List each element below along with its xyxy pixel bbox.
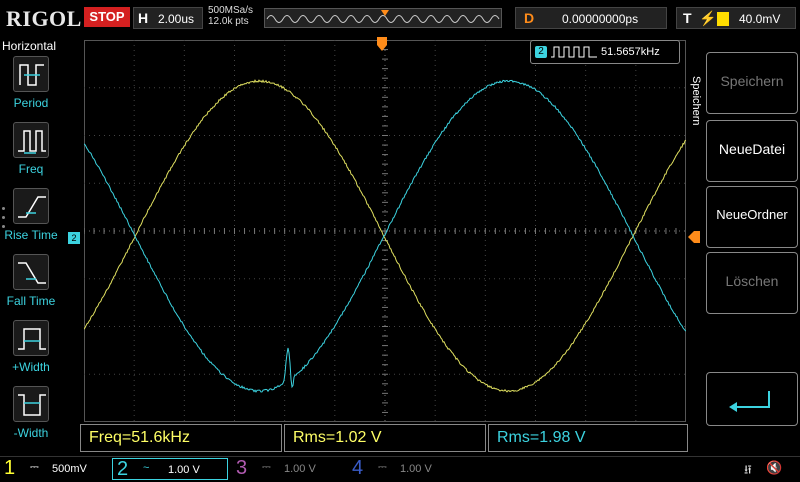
freq-label: Freq (0, 162, 62, 176)
delete-label: Löschen (707, 273, 797, 289)
fall-time-icon (13, 254, 49, 290)
save-button-label: Speichern (707, 73, 797, 89)
dc-coupling-icon: ⎓ (30, 461, 39, 474)
measure-rise-time[interactable]: Rise Time (0, 188, 62, 252)
channel-status-bar: 1 ⎓ 500mV 2 ~ 1.00 V 3 ⎓ 1.00 V 4 ⎓ 1.00… (0, 456, 800, 480)
counter-value: 51.5657kHz (601, 46, 660, 58)
pos-width-icon (13, 320, 49, 356)
ch2-number: 2 (117, 458, 128, 481)
trigger-source-ch1-icon (717, 12, 729, 26)
dc-coupling-icon: ⎓ (378, 461, 387, 474)
new-file-label: NeueDatei (707, 141, 797, 157)
channel-2-status[interactable]: 2 ~ 1.00 V (112, 458, 228, 480)
delay-value: 0.00000000ps (562, 12, 638, 26)
delay-label: D (524, 10, 534, 26)
ch2-scale: 1.00 V (168, 464, 200, 476)
neg-width-icon (13, 386, 49, 422)
rising-edge-icon: ⚡ (699, 10, 716, 27)
waveform-display[interactable] (84, 40, 686, 422)
square-wave-icon (551, 46, 597, 58)
horizontal-timebase[interactable]: H 2.00us (133, 7, 203, 29)
acquisition-info: 500MSa/s 12.0k pts (208, 5, 253, 27)
ch3-number: 3 (236, 457, 247, 480)
overview-wave-icon (265, 9, 503, 29)
trigger-status[interactable]: T ⚡ 40.0mV (676, 7, 796, 29)
run-stop-status[interactable]: STOP (84, 7, 130, 27)
measure-freq[interactable]: Freq (0, 122, 62, 186)
rigol-logo: RIGOL (6, 6, 82, 32)
page-dots (2, 207, 6, 234)
measurement-rms-ch2[interactable]: Rms=1.98 V (488, 424, 688, 452)
top-status-bar: RIGOL STOP H 2.00us 500MSa/s 12.0k pts D… (0, 0, 800, 36)
channel-1-status[interactable]: 1 ⎓ 500mV (0, 458, 112, 480)
save-menu: Speichern Speichern NeueDatei NeueOrdner… (688, 40, 800, 456)
measure-period[interactable]: Period (0, 56, 62, 120)
ch4-scale: 1.00 V (400, 463, 432, 475)
period-icon (13, 56, 49, 92)
ch1-scale: 500mV (52, 463, 87, 475)
save-button[interactable]: Speichern (706, 52, 798, 114)
timebase-value: 2.00us (158, 12, 194, 26)
memory-depth: 12.0k pts (208, 16, 253, 27)
measurement-freq[interactable]: Freq=51.6kHz (80, 424, 282, 452)
menu-title: Horizontal (2, 39, 56, 53)
measurement-rms-ch1[interactable]: Rms=1.02 V (284, 424, 486, 452)
horizontal-delay[interactable]: D 0.00000000ps (515, 7, 667, 29)
channel-4-status[interactable]: 4 ⎓ 1.00 V (348, 458, 460, 480)
delete-button[interactable]: Löschen (706, 252, 798, 314)
neg-width-label: -Width (0, 426, 62, 440)
ac-coupling-icon: ~ (143, 462, 149, 474)
trigger-position-marker-icon (377, 37, 387, 51)
measure-neg-width[interactable]: -Width (0, 386, 62, 450)
rise-time-label: Rise Time (0, 228, 62, 242)
trigger-label: T (683, 10, 692, 26)
new-folder-label: NeueOrdner (707, 207, 797, 222)
measure-pos-width[interactable]: +Width (0, 320, 62, 384)
waveform-overview (264, 8, 502, 28)
freq-icon (13, 122, 49, 158)
channel-3-status[interactable]: 3 ⎓ 1.00 V (232, 458, 344, 480)
usb-icon: ⭿ (744, 461, 752, 482)
period-label: Period (0, 96, 62, 110)
ch2-offset-marker[interactable]: 2 (68, 232, 80, 244)
fall-time-label: Fall Time (0, 294, 62, 308)
h-label: H (138, 10, 148, 26)
sample-rate: 500MSa/s (208, 5, 253, 16)
counter-channel-badge: 2 (535, 46, 547, 58)
ch3-scale: 1.00 V (284, 463, 316, 475)
speaker-muted-icon[interactable]: 🔇 (766, 460, 782, 476)
pos-width-label: +Width (0, 360, 62, 374)
rise-time-icon (13, 188, 49, 224)
new-folder-button[interactable]: NeueOrdner (706, 186, 798, 248)
waveform-grid (84, 40, 686, 422)
return-arrow-icon (707, 373, 799, 427)
save-menu-title: Speichern (690, 76, 702, 156)
frequency-counter: 2 51.5657kHz (530, 40, 680, 64)
ch1-number: 1 (4, 457, 15, 480)
dc-coupling-icon: ⎓ (262, 461, 271, 474)
trigger-level: 40.0mV (739, 12, 780, 26)
new-file-button[interactable]: NeueDatei (706, 120, 798, 182)
ch4-number: 4 (352, 457, 363, 480)
horizontal-measure-menu: Horizontal Period Freq Rise Time Fall Ti… (0, 36, 62, 456)
measure-fall-time[interactable]: Fall Time (0, 254, 62, 318)
back-button[interactable] (706, 372, 798, 426)
